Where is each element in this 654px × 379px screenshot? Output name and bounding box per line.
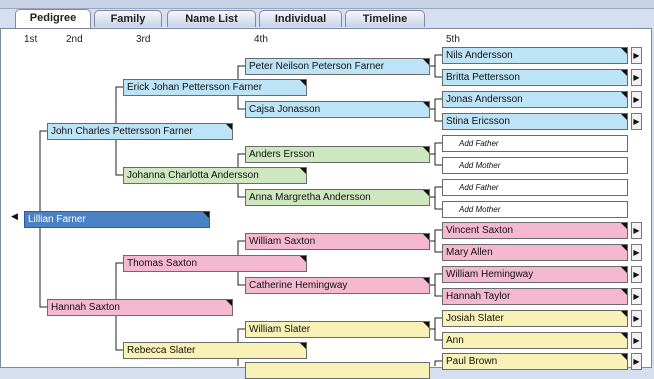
person-box-gen4-8[interactable] — [245, 362, 430, 379]
corner-marker-icon — [621, 114, 627, 120]
corner-marker-icon — [423, 147, 429, 153]
corner-marker-icon — [226, 300, 232, 306]
person-name: Anna Margretha Andersson — [249, 192, 371, 203]
person-name: William Slater — [249, 324, 311, 335]
person-name: Catherine Hemingway — [249, 280, 348, 291]
corner-marker-icon — [203, 212, 209, 218]
person-name: Peter Neilson Peterson Farner — [249, 61, 385, 72]
person-box-gen3-2[interactable]: Johanna Charlotta Andersson — [123, 167, 307, 184]
person-name: Britta Pettersson — [446, 72, 520, 83]
person-name: Hannah Taylor — [446, 291, 511, 302]
person-name: Erick Johan Pettersson Farner — [127, 82, 263, 93]
person-box-gen5-3[interactable]: Jonas Andersson — [442, 91, 628, 108]
corner-marker-icon — [621, 354, 627, 360]
person-box-gen4-2[interactable]: Cajsa Jonasson — [245, 101, 430, 118]
corner-marker-icon — [423, 102, 429, 108]
expand-arrow-icon[interactable]: ▶ — [631, 113, 642, 130]
corner-marker-icon — [621, 289, 627, 295]
person-name: Lillian Farner — [28, 214, 86, 225]
person-box-gen5-2[interactable]: Britta Pettersson — [442, 69, 628, 86]
tab-pedigree[interactable]: Pedigree — [15, 9, 91, 28]
expand-arrow-icon[interactable]: ▶ — [631, 244, 642, 261]
person-name: Stina Ericsson — [446, 116, 510, 127]
expand-arrow-icon[interactable]: ▶ — [631, 69, 642, 86]
person-box-gen5-10[interactable]: Mary Allen — [442, 244, 628, 261]
person-box-gen5-1[interactable]: Nils Andersson — [442, 47, 628, 64]
corner-marker-icon — [423, 59, 429, 65]
corner-marker-icon — [423, 278, 429, 284]
corner-marker-icon — [621, 70, 627, 76]
person-name: John Charles Pettersson Farner — [51, 126, 193, 137]
expand-arrow-icon[interactable]: ▶ — [631, 266, 642, 283]
expand-arrow-icon[interactable]: ▶ — [631, 310, 642, 327]
corner-marker-icon — [621, 245, 627, 251]
add-mother-button[interactable]: Add Mother — [442, 157, 628, 174]
expand-arrow-icon[interactable]: ▶ — [631, 288, 642, 305]
person-name: William Hemingway — [446, 269, 534, 280]
expand-arrow-icon[interactable]: ▶ — [631, 353, 642, 370]
corner-marker-icon — [423, 190, 429, 196]
person-box-gen4-4[interactable]: Anna Margretha Andersson — [245, 189, 430, 206]
expand-arrow-icon[interactable]: ▶ — [631, 91, 642, 108]
person-box-gen5-12[interactable]: Hannah Taylor — [442, 288, 628, 305]
expand-arrow-icon[interactable]: ▶ — [631, 222, 642, 239]
person-box-gen5-9[interactable]: Vincent Saxton — [442, 222, 628, 239]
person-box-gen5-15[interactable]: Paul Brown — [442, 353, 628, 370]
person-box-gen5-14[interactable]: Ann — [442, 332, 628, 349]
add-label: Add Mother — [459, 205, 501, 214]
add-father-button[interactable]: Add Father — [442, 179, 628, 196]
corner-marker-icon — [300, 256, 306, 262]
corner-marker-icon — [621, 267, 627, 273]
expand-arrow-icon[interactable]: ▶ — [631, 332, 642, 349]
corner-marker-icon — [621, 311, 627, 317]
corner-marker-icon — [300, 80, 306, 86]
person-name: Josiah Slater — [446, 313, 504, 324]
person-box-gen4-7[interactable]: William Slater — [245, 321, 430, 338]
person-name: Cajsa Jonasson — [249, 104, 321, 115]
person-name: Johanna Charlotta Andersson — [127, 170, 259, 181]
person-box-gen4-5[interactable]: William Saxton — [245, 233, 430, 250]
person-box-gen5-4[interactable]: Stina Ericsson — [442, 113, 628, 130]
person-box-father[interactable]: John Charles Pettersson Farner — [47, 123, 233, 140]
person-name: Ann — [446, 335, 464, 346]
person-name: Rebecca Slater — [127, 345, 196, 356]
person-box-gen5-13[interactable]: Josiah Slater — [442, 310, 628, 327]
person-box-gen4-1[interactable]: Peter Neilson Peterson Farner — [245, 58, 430, 75]
add-mother-button[interactable]: Add Mother — [442, 201, 628, 218]
person-box-gen3-1[interactable]: Erick Johan Pettersson Farner — [123, 79, 307, 96]
corner-marker-icon — [621, 48, 627, 54]
corner-marker-icon — [423, 322, 429, 328]
corner-marker-icon — [621, 223, 627, 229]
add-label: Add Father — [459, 183, 499, 192]
person-name: Thomas Saxton — [127, 258, 198, 269]
person-name: Anders Ersson — [249, 149, 315, 160]
corner-marker-icon — [300, 168, 306, 174]
person-box-gen1[interactable]: Lillian Farner — [24, 211, 210, 228]
person-name: Jonas Andersson — [446, 94, 523, 105]
person-name: Vincent Saxton — [446, 225, 514, 236]
person-box-gen3-3[interactable]: Thomas Saxton — [123, 255, 307, 272]
person-box-gen4-3[interactable]: Anders Ersson — [245, 146, 430, 163]
corner-marker-icon — [300, 343, 306, 349]
expand-arrow-icon[interactable]: ▶ — [631, 47, 642, 64]
add-label: Add Father — [459, 139, 499, 148]
corner-marker-icon — [226, 124, 232, 130]
person-name: Paul Brown — [446, 356, 498, 367]
person-box-gen5-11[interactable]: William Hemingway — [442, 266, 628, 283]
person-name: Hannah Saxton — [51, 302, 120, 313]
person-box-gen4-6[interactable]: Catherine Hemingway — [245, 277, 430, 294]
person-name: William Saxton — [249, 236, 316, 247]
person-box-mother[interactable]: Hannah Saxton — [47, 299, 233, 316]
corner-marker-icon — [423, 234, 429, 240]
add-father-button[interactable]: Add Father — [442, 135, 628, 152]
person-box-gen3-4[interactable]: Rebecca Slater — [123, 342, 307, 359]
corner-marker-icon — [621, 333, 627, 339]
navigate-back-icon[interactable]: ◀ — [11, 211, 18, 222]
person-name: Mary Allen — [446, 247, 493, 258]
person-name: Nils Andersson — [446, 50, 513, 61]
add-label: Add Mother — [459, 161, 501, 170]
corner-marker-icon — [621, 92, 627, 98]
